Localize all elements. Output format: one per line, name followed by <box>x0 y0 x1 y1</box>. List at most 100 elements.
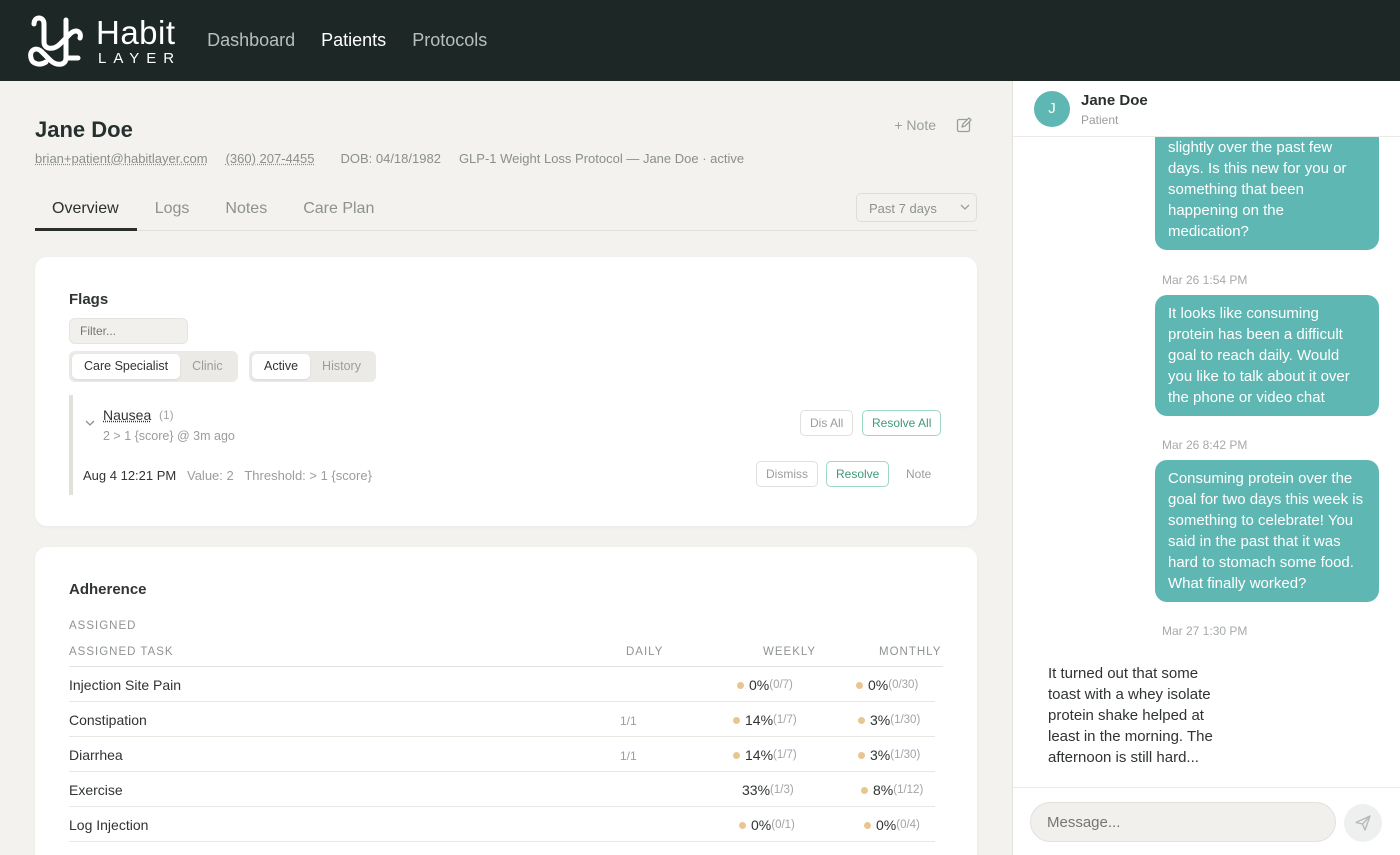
adherence-title: Adherence <box>69 581 147 598</box>
weekly-frac: (0/1) <box>771 819 795 831</box>
send-button[interactable] <box>1344 804 1382 842</box>
weekly-pct: 0% <box>751 817 772 833</box>
monthly-frac: (1/30) <box>890 749 921 761</box>
dismiss-all-button[interactable]: Dis All <box>800 410 854 436</box>
resolve-all-button[interactable]: Resolve All <box>862 410 942 436</box>
monthly-frac: (0/30) <box>888 679 919 691</box>
flag-count: (1) <box>159 408 174 422</box>
message-timestamp: Mar 26 8:42 PM <box>1162 438 1248 452</box>
tab-overview[interactable]: Overview <box>35 189 137 231</box>
assigned-section-label: ASSIGNED <box>69 620 137 632</box>
weekly-cell: 14% (1/7) <box>733 712 797 728</box>
nav-patients[interactable]: Patients <box>321 30 386 51</box>
monthly-frac: (1/30) <box>890 714 921 726</box>
task-name: Exercise <box>69 782 123 798</box>
message-bubble-incoming: It turned out that some toast with a whe… <box>1048 665 1213 766</box>
top-navbar: Habit LAYER Dashboard Patients Protocols <box>0 0 1400 81</box>
tab-care-plan[interactable]: Care Plan <box>285 189 392 231</box>
col-header-task: ASSIGNED TASK <box>69 646 174 658</box>
habit-layer-logo[interactable]: Habit LAYER <box>26 14 181 68</box>
nav-protocols[interactable]: Protocols <box>412 30 487 51</box>
flag-entry-threshold: Threshold: > 1 {score} <box>244 468 372 483</box>
dismiss-button[interactable]: Dismiss <box>756 461 818 487</box>
col-header-monthly: MONTHLY <box>879 646 942 658</box>
patient-email-link[interactable]: brian+patient@habitlayer.com <box>35 151 208 166</box>
monthly-frac: (1/12) <box>893 784 924 796</box>
chat-contact-name: Jane Doe <box>1081 92 1148 109</box>
message-bubble-outgoing: slightly over the past few days. Is this… <box>1155 125 1379 250</box>
col-header-weekly: WEEKLY <box>763 646 817 658</box>
chat-header: J Jane Doe Patient <box>1013 81 1400 137</box>
status-dot <box>864 821 871 829</box>
monthly-pct: 0% <box>868 677 889 693</box>
weekly-pct: 14% <box>745 747 774 763</box>
message-composer <box>1013 787 1400 855</box>
table-row[interactable]: Constipation 1/1 14% (1/7) 3% (1/30) <box>69 702 935 737</box>
segment-active[interactable]: Active <box>252 354 311 379</box>
flags-card: Flags Care Specialist Clinic Active Hist… <box>35 257 977 526</box>
patient-protocol: GLP-1 Weight Loss Protocol — Jane Doe · … <box>458 151 745 166</box>
table-row[interactable]: Injection Site Pain 0% (0/7) 0% (0/30) <box>69 667 935 702</box>
table-row[interactable]: Exercise 33% (1/3) 8% (1/12) <box>69 772 935 807</box>
role-segment: Care Specialist Clinic <box>69 351 238 382</box>
flag-entry-value-text: Value: 2 <box>187 468 234 483</box>
status-dot <box>856 681 863 689</box>
resolve-button[interactable]: Resolve <box>826 461 890 487</box>
flags-filter-input[interactable] <box>69 318 188 344</box>
weekly-pct: 14% <box>745 712 774 728</box>
main-nav: Dashboard Patients Protocols <box>207 30 513 51</box>
segment-clinic[interactable]: Clinic <box>180 354 235 379</box>
message-timestamp: Mar 27 1:30 PM <box>1162 624 1248 638</box>
status-dot <box>737 681 744 689</box>
flag-entry-date: Aug 4 12:21 PM <box>83 468 177 483</box>
status-segment: Active History <box>249 351 376 382</box>
weekly-frac: (1/3) <box>770 784 794 796</box>
status-dot <box>739 821 746 829</box>
adherence-card: Adherence ASSIGNED ASSIGNED TASK DAILY W… <box>35 547 977 855</box>
tab-logs[interactable]: Logs <box>137 189 208 231</box>
date-range-value: Past 7 days <box>869 201 937 216</box>
note-button[interactable]: Note <box>896 461 942 487</box>
daily-value: 1/1 <box>620 749 637 763</box>
tab-notes[interactable]: Notes <box>207 189 285 231</box>
daily-value: 1/1 <box>620 714 637 728</box>
table-row[interactable]: Diarrhea 1/1 14% (1/7) 3% (1/30) <box>69 737 935 772</box>
task-name: Constipation <box>69 712 147 728</box>
logo-subword: LAYER <box>98 49 182 67</box>
flag-name[interactable]: Nausea <box>103 407 151 423</box>
segment-history[interactable]: History <box>310 354 373 379</box>
patient-meta: brian+patient@habitlayer.com (360) 207-4… <box>35 151 762 166</box>
monthly-pct: 3% <box>870 747 891 763</box>
logo-word: Habit <box>96 13 176 51</box>
weekly-frac: (0/7) <box>769 679 793 691</box>
weekly-cell: 33% (1/3) <box>742 782 794 798</box>
status-dot <box>733 716 740 724</box>
message-input[interactable] <box>1030 802 1336 842</box>
task-name: Injection Site Pain <box>69 677 182 693</box>
chat-contact-role: Patient <box>1081 113 1119 127</box>
weekly-frac: (1/7) <box>773 714 797 726</box>
chevron-down-icon <box>960 204 970 210</box>
add-note-button[interactable]: + Note <box>894 117 936 133</box>
date-range-select[interactable]: Past 7 days <box>856 193 977 222</box>
nav-dashboard[interactable]: Dashboard <box>207 30 295 51</box>
col-header-daily: DAILY <box>626 646 664 658</box>
patient-phone-link[interactable]: (360) 207-4455 <box>226 151 315 166</box>
edit-icon[interactable] <box>956 117 972 133</box>
status-dot <box>858 716 865 724</box>
message-bubble-outgoing: It looks like consuming protein has been… <box>1155 295 1379 416</box>
task-name: Diarrhea <box>69 747 123 763</box>
status-dot <box>861 786 868 794</box>
patient-name: Jane Doe <box>35 117 133 142</box>
monthly-cell: 3% (1/30) <box>858 712 920 728</box>
message-bubble-outgoing: Consuming protein over the goal for two … <box>1155 460 1379 602</box>
weekly-cell: 14% (1/7) <box>733 747 797 763</box>
segment-care-specialist[interactable]: Care Specialist <box>72 354 181 379</box>
flag-summary: 2 > 1 {score} @ 3m ago <box>103 429 235 443</box>
patient-main-panel: Jane Doe brian+patient@habitlayer.com (3… <box>0 81 1012 855</box>
chevron-down-icon[interactable] <box>85 418 95 428</box>
avatar: J <box>1034 91 1070 127</box>
table-row[interactable]: Log Injection 0% (0/1) 0% (0/4) <box>69 807 935 842</box>
monthly-pct: 8% <box>873 782 894 798</box>
logo-mark-icon <box>28 15 83 67</box>
